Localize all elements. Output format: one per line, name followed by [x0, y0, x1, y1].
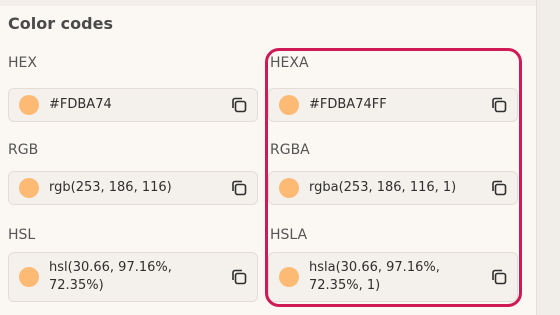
copy-hsl-button[interactable]	[229, 267, 249, 287]
hex-value[interactable]: #FDBA74	[49, 96, 223, 114]
scrollbar[interactable]	[536, 0, 560, 315]
top-divider	[0, 0, 560, 6]
rgb-value[interactable]: rgb(253, 186, 116)	[49, 179, 223, 197]
color-swatch	[19, 267, 39, 287]
copy-rgb-button[interactable]	[229, 178, 249, 198]
hsl-field[interactable]: hsl(30.66, 97.16%, 72.35%)	[8, 252, 258, 302]
copy-hex-button[interactable]	[229, 95, 249, 115]
highlight-annotation	[265, 48, 522, 307]
copy-icon	[232, 97, 247, 113]
copy-icon	[232, 269, 247, 285]
hex-field[interactable]: #FDBA74	[8, 88, 258, 122]
hex-label: HEX	[8, 55, 37, 71]
hsl-label: HSL	[8, 227, 36, 243]
color-swatch	[19, 95, 39, 115]
color-swatch	[19, 178, 39, 198]
rgb-label: RGB	[8, 142, 39, 158]
rgb-field[interactable]: rgb(253, 186, 116)	[8, 171, 258, 205]
hsl-value[interactable]: hsl(30.66, 97.16%, 72.35%)	[49, 259, 223, 295]
section-title: Color codes	[8, 14, 113, 33]
copy-icon	[232, 180, 247, 196]
